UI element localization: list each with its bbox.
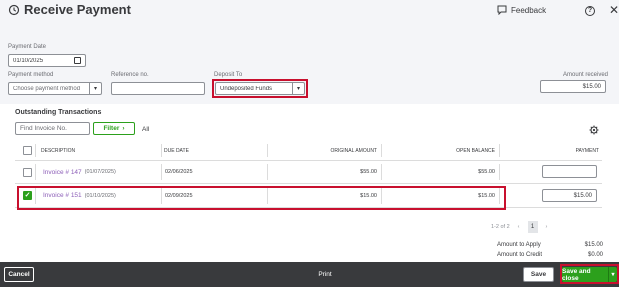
chevron-right-icon: ›: [122, 125, 125, 132]
col-due-date[interactable]: DUE DATE: [164, 141, 189, 160]
amount-received-label: Amount received: [563, 72, 609, 78]
page-title: Receive Payment: [24, 2, 131, 17]
reference-label: Reference no.: [111, 72, 149, 78]
help-icon[interactable]: ?: [585, 6, 595, 16]
history-icon[interactable]: [8, 4, 20, 16]
highlight-box-save-close: [560, 264, 619, 284]
print-button[interactable]: Print: [310, 267, 340, 282]
feedback-label: Feedback: [511, 5, 547, 15]
highlight-box-invoice: [17, 186, 506, 210]
amount-to-apply-label: Amount to Apply: [497, 242, 541, 248]
col-description[interactable]: DESCRIPTION: [41, 141, 75, 160]
save-button[interactable]: Save: [523, 267, 554, 282]
filter-button[interactable]: Filter ›: [93, 122, 135, 135]
next-page-icon[interactable]: ›: [546, 224, 548, 230]
amount-to-credit-label: Amount to Credit: [497, 252, 543, 258]
find-invoice-input[interactable]: Find Invoice No.: [15, 122, 90, 135]
reference-field[interactable]: [111, 82, 205, 95]
pagination-range: 1-2 of 2: [491, 224, 510, 230]
pagination: 1-2 of 2 ‹ 1 ›: [491, 221, 547, 233]
outstanding-transactions-title: Outstanding Transactions: [15, 109, 102, 116]
original-amount: $55.00: [360, 169, 377, 175]
deposit-to-label: Deposit To: [214, 72, 243, 78]
page-number[interactable]: 1: [527, 221, 538, 233]
invoice-link[interactable]: Invoice # 147: [43, 169, 82, 176]
amount-to-apply-value: $15.00: [584, 242, 603, 248]
table-row: Invoice # 147 (01/07/2025) 02/06/2025 $5…: [15, 161, 602, 184]
payment-input[interactable]: $15.00: [542, 189, 597, 202]
payment-date-value: 01/10/2025: [13, 57, 44, 64]
select-all-checkbox[interactable]: [23, 146, 32, 155]
page-title-row: Receive Payment: [8, 2, 131, 17]
payment-method-select[interactable]: Choose payment method ▾: [8, 82, 102, 95]
table-header-row: DESCRIPTION DUE DATE ORIGINAL AMOUNT OPE…: [15, 141, 602, 161]
calendar-icon[interactable]: [74, 57, 81, 64]
row-checkbox[interactable]: [23, 167, 32, 177]
payment-date-field[interactable]: 01/10/2025: [8, 54, 86, 67]
due-date: 02/06/2025: [165, 169, 193, 175]
amount-received-field[interactable]: $15.00: [540, 80, 606, 93]
payment-date-label: Payment Date: [8, 44, 47, 50]
prev-page-icon[interactable]: ‹: [518, 224, 520, 230]
close-icon[interactable]: ✕: [609, 3, 619, 17]
col-original-amount[interactable]: ORIGINAL AMOUNT: [267, 141, 378, 160]
cancel-button[interactable]: Cancel: [4, 267, 34, 282]
feedback-icon: [497, 5, 507, 15]
footer-bar: Cancel Print Save Save and close ▾: [0, 262, 619, 287]
col-open-balance[interactable]: OPEN BALANCE: [381, 141, 495, 160]
payment-input[interactable]: [542, 165, 597, 178]
filter-label: Filter: [103, 125, 120, 132]
highlight-box-deposit: [212, 79, 308, 98]
chevron-down-icon[interactable]: ▾: [89, 83, 101, 94]
invoice-date: (01/07/2025): [84, 169, 116, 175]
payment-method-placeholder: Choose payment method: [13, 85, 81, 92]
feedback-button[interactable]: Feedback: [497, 5, 546, 15]
amount-to-credit-value: $0.00: [587, 252, 603, 258]
all-label[interactable]: All: [142, 126, 149, 133]
gear-icon[interactable]: [589, 125, 599, 135]
payment-method-label: Payment method: [8, 72, 54, 78]
open-balance: $55.00: [478, 169, 495, 175]
col-payment[interactable]: PAYMENT: [499, 141, 599, 160]
amount-to-credit-row: Amount to Credit $0.00: [497, 252, 603, 258]
amount-received-value: $15.00: [582, 83, 601, 90]
amount-to-apply-row: Amount to Apply $15.00: [497, 242, 603, 248]
